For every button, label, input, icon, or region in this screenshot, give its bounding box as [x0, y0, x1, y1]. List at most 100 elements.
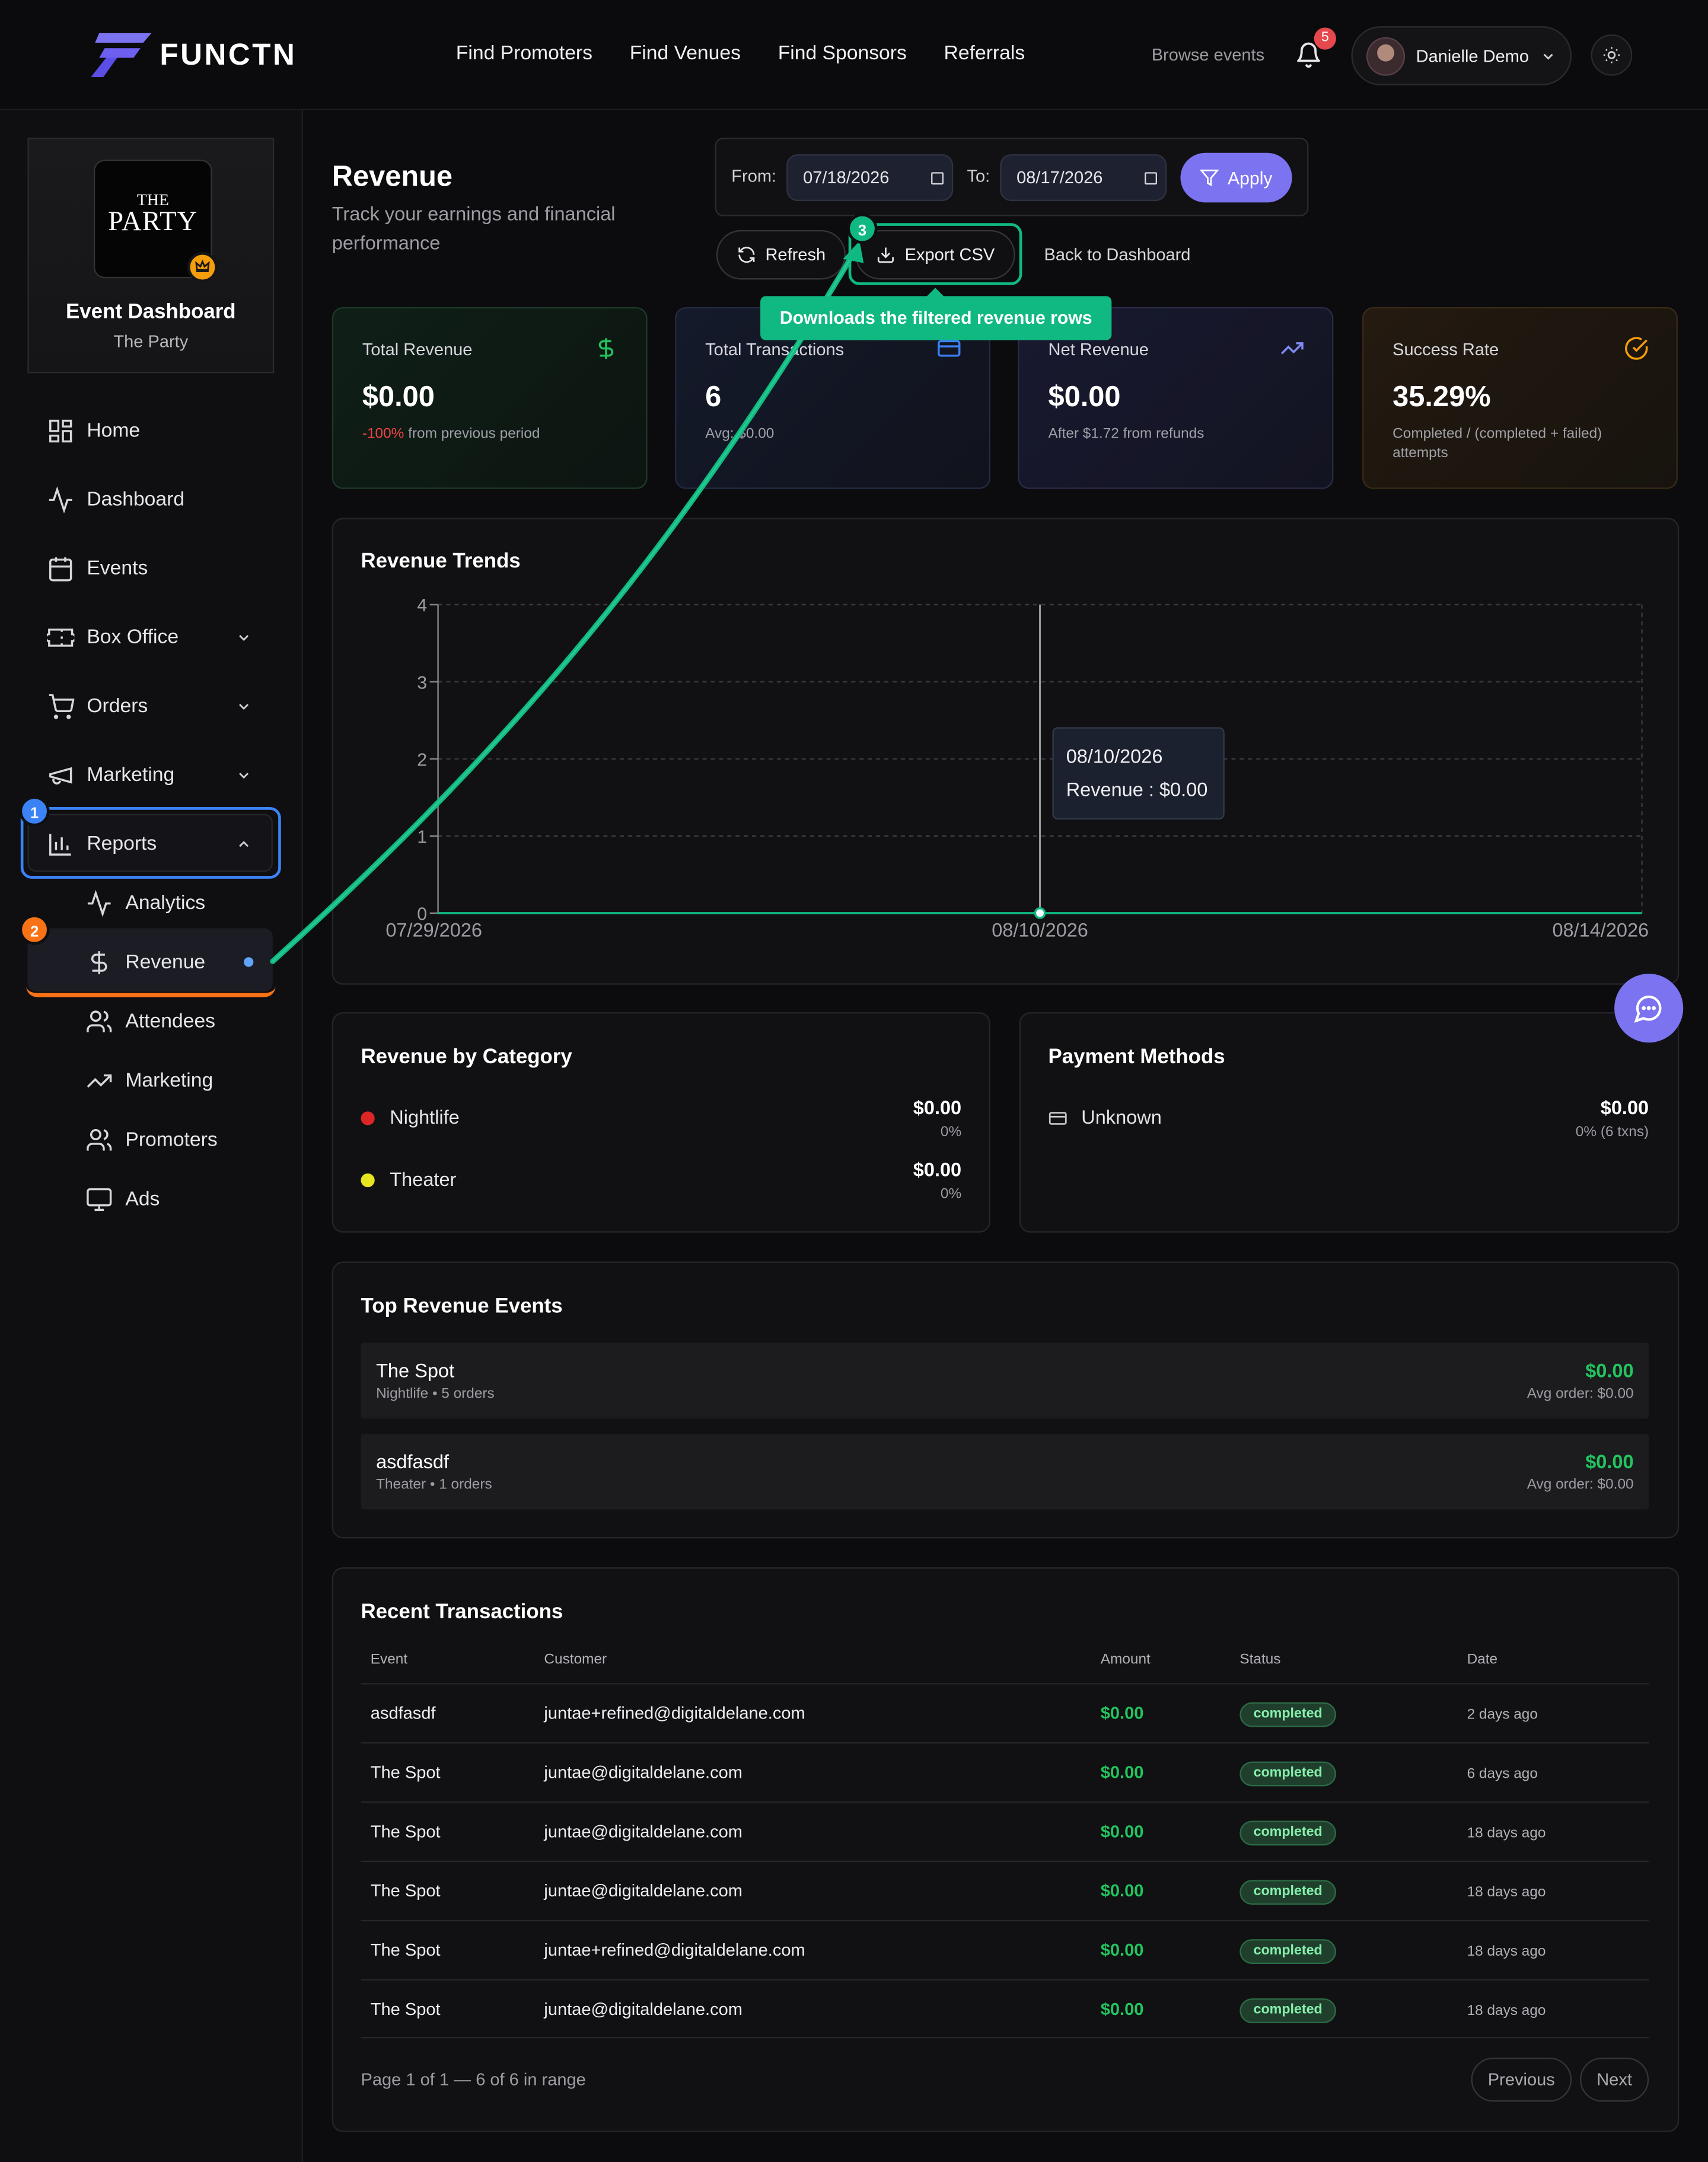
revenue-trends-chart[interactable]: 0123407/29/2026 08/10/2026 08/14/2026: [332, 518, 1680, 984]
column-header: Amount: [1100, 1651, 1151, 1668]
export-tooltip: Downloads the filtered revenue rows: [760, 288, 1112, 340]
payment-method-value: $0.00: [1600, 1096, 1649, 1118]
chevron-down-icon[interactable]: [235, 699, 252, 715]
list-item[interactable]: asdfasdf Theater • 1 orders $0.00 Avg or…: [361, 1433, 1649, 1510]
stat-label: Total Transactions: [705, 340, 845, 360]
activity-icon: [49, 486, 72, 514]
cell-amount: $0.00: [1100, 1822, 1144, 1842]
stat-note-text: from previous period: [408, 425, 540, 442]
theme-toggle-button[interactable]: [1591, 34, 1633, 76]
sidebar-item-dashboard[interactable]: Dashboard: [47, 483, 184, 516]
list-item[interactable]: The Spot Nightlife • 5 orders $0.00 Avg …: [361, 1343, 1649, 1419]
nav-referrals[interactable]: Referrals: [944, 43, 1025, 65]
user-menu[interactable]: Danielle Demo: [1351, 26, 1572, 86]
calendar-icon[interactable]: [931, 172, 944, 185]
series-point-active: [1034, 907, 1046, 919]
chevron-down-icon[interactable]: [235, 767, 252, 784]
previous-button[interactable]: Previous: [1471, 2057, 1572, 2102]
trending-up-icon: [87, 1074, 112, 1088]
brand-logo[interactable]: FUNCTN: [91, 33, 297, 78]
status-badge: completed: [1239, 1998, 1336, 2023]
calendar-icon: [49, 557, 72, 582]
browse-events-link[interactable]: Browse events: [1152, 46, 1264, 65]
cell-amount: $0.00: [1100, 1762, 1144, 1782]
sidebar-subitem-analytics[interactable]: Analytics: [85, 887, 205, 920]
sidebar-subitem-label: Ads: [125, 1188, 160, 1211]
sidebar-item-reports[interactable]: Reports: [47, 828, 157, 861]
to-date-value: 08/17/2026: [1016, 168, 1103, 187]
sidebar-item-orders[interactable]: Orders: [47, 690, 148, 723]
calendar-icon[interactable]: [1145, 172, 1157, 185]
sidebar-subitem-revenue[interactable]: Revenue: [85, 946, 205, 980]
poster-line2: PARTY: [108, 206, 198, 237]
functn-logo-icon: [91, 33, 152, 78]
event-dashboard-title: Event Dashboard: [66, 300, 236, 324]
crown-icon: [187, 252, 218, 283]
refresh-button[interactable]: Refresh: [716, 229, 846, 280]
stat-note: Avg: $0.00: [705, 425, 775, 442]
table-row[interactable]: The Spot juntae@digitaldelane.com $0.00 …: [361, 1742, 1649, 1801]
sidebar-subitem-promoters[interactable]: Promoters: [85, 1124, 218, 1157]
sidebar-subitem-label: Promoters: [125, 1129, 218, 1152]
sidebar-subitem-ads[interactable]: Ads: [85, 1183, 160, 1216]
cell-event: The Spot: [370, 1822, 441, 1842]
next-button[interactable]: Next: [1580, 2057, 1649, 2102]
sidebar-subitem-label: Revenue: [125, 951, 206, 974]
nav-find-sponsors[interactable]: Find Sponsors: [778, 43, 907, 65]
cell-amount: $0.00: [1100, 1881, 1144, 1901]
nav-find-venues[interactable]: Find Venues: [630, 43, 741, 65]
x-tick-label: 08/10/2026: [992, 919, 1088, 940]
from-date-input[interactable]: 07/18/2026: [786, 154, 954, 202]
status-badge: completed: [1239, 1820, 1336, 1846]
sun-icon: [1603, 47, 1620, 63]
cell-amount: $0.00: [1100, 2000, 1144, 2019]
sidebar-item-marketing[interactable]: Marketing: [47, 759, 174, 792]
filter-icon: [1200, 170, 1220, 187]
to-date-input[interactable]: 08/17/2026: [1000, 154, 1167, 202]
event-card[interactable]: THE PARTY Event Dashboard The Party: [27, 138, 275, 374]
sidebar-subitem-marketing[interactable]: Marketing: [85, 1064, 213, 1098]
category-value: $0.00: [913, 1158, 962, 1181]
chevron-down-icon[interactable]: [235, 629, 252, 646]
brand-name: FUNCTN: [160, 37, 297, 72]
stat-label: Net Revenue: [1048, 340, 1149, 360]
avatar: [1366, 36, 1406, 75]
sidebar-subitem-attendees[interactable]: Attendees: [85, 1005, 215, 1038]
table-row[interactable]: The Spot juntae@digitaldelane.com $0.00 …: [361, 1979, 1649, 2039]
table-row[interactable]: asdfasdf juntae+refined@digitaldelane.co…: [361, 1683, 1649, 1742]
sidebar-subitem-label: Attendees: [125, 1010, 216, 1033]
apply-button[interactable]: Apply: [1180, 152, 1292, 203]
table-row[interactable]: The Spot juntae@digitaldelane.com $0.00 …: [361, 1801, 1649, 1861]
cell-event: The Spot: [370, 2000, 441, 2019]
table-row[interactable]: The Spot juntae@digitaldelane.com $0.00 …: [361, 1860, 1649, 1920]
table-row[interactable]: The Spot juntae+refined@digitaldelane.co…: [361, 1919, 1649, 1979]
top-event-name: The Spot: [376, 1359, 455, 1382]
status-badge: completed: [1239, 1880, 1336, 1905]
top-event-avg: Avg order: $0.00: [1527, 1476, 1634, 1493]
cell-customer: juntae+refined@digitaldelane.com: [544, 1704, 805, 1723]
payments-title: Payment Methods: [1048, 1045, 1225, 1069]
sidebar-item-box-office[interactable]: Box Office: [46, 621, 179, 654]
step-badge-1: 1: [19, 796, 50, 827]
stat-change: -100%: [362, 425, 404, 442]
stat-label: Success Rate: [1392, 340, 1499, 360]
chat-button[interactable]: [1614, 974, 1684, 1043]
back-to-dashboard-link[interactable]: Back to Dashboard: [1044, 245, 1191, 264]
cell-date: 18 days ago: [1467, 1825, 1546, 1842]
chevron-up-icon[interactable]: [235, 836, 252, 853]
column-header: Customer: [544, 1651, 607, 1668]
sidebar-item-home[interactable]: Home: [47, 414, 140, 448]
sidebar-subitem-label: Marketing: [125, 1070, 214, 1092]
category-pct: 0%: [940, 1185, 962, 1203]
monitor-icon: [87, 1188, 112, 1211]
payment-method-pct: 0% (6 txns): [1575, 1124, 1649, 1141]
nav-find-promoters[interactable]: Find Promoters: [456, 43, 592, 65]
refresh-label: Refresh: [765, 245, 826, 264]
cell-date: 2 days ago: [1467, 1706, 1538, 1723]
cell-customer: juntae@digitaldelane.com: [544, 2000, 743, 2019]
user-name: Danielle Demo: [1416, 46, 1529, 66]
category-name: Nightlife: [390, 1106, 460, 1128]
chart-tooltip: 08/10/2026 Revenue : $0.00: [1052, 727, 1225, 819]
sidebar-item-events[interactable]: Events: [47, 552, 148, 585]
x-tick-label: 07/29/2026: [385, 919, 482, 940]
